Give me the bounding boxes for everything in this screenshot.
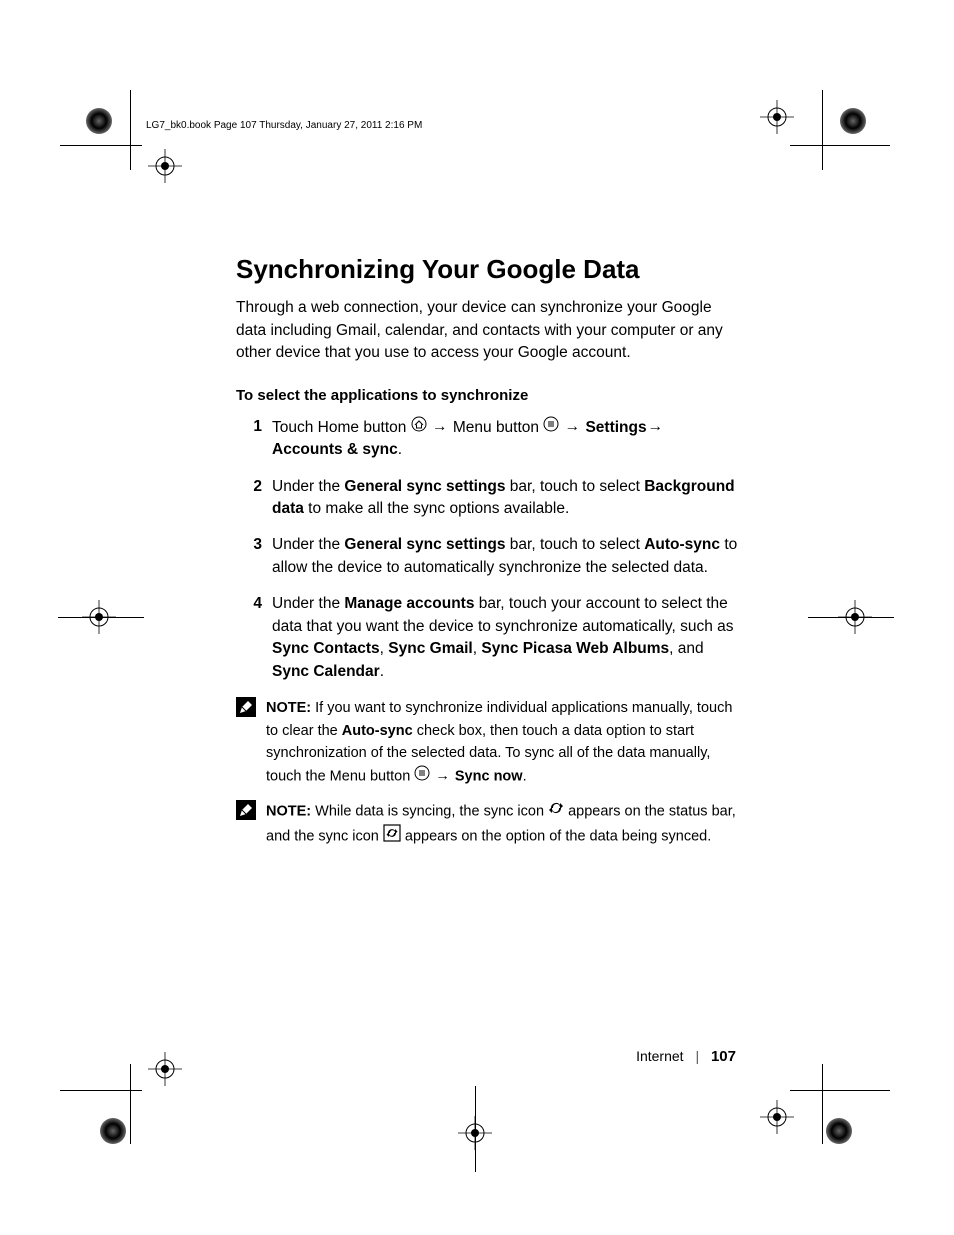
bold-text: Manage accounts	[344, 595, 474, 612]
arrow-icon: →	[564, 416, 582, 438]
crop-line	[790, 1090, 890, 1091]
text: Menu button	[453, 418, 543, 435]
text: bar, touch to select	[505, 536, 644, 553]
crop-line	[130, 1064, 131, 1144]
crop-line	[822, 1064, 823, 1144]
step-number: 4	[236, 593, 272, 683]
registration-mark-icon	[760, 100, 794, 134]
footer-section: Internet	[636, 1048, 683, 1064]
intro-paragraph: Through a web connection, your device ca…	[236, 297, 738, 364]
text: Under the	[272, 595, 344, 612]
note-2: NOTE: While data is syncing, the sync ic…	[236, 800, 738, 849]
arrow-icon: →	[431, 416, 449, 438]
text: Touch Home button	[272, 418, 411, 435]
bold-text: Settings	[585, 418, 646, 435]
text: ,	[380, 640, 389, 657]
content-area: Synchronizing Your Google Data Through a…	[236, 254, 738, 861]
step-body: Under the General sync settings bar, tou…	[272, 534, 738, 579]
bold-text: Sync Picasa Web Albums	[481, 640, 669, 657]
text: .	[380, 663, 384, 680]
crop-line	[822, 90, 823, 170]
bold-text: Auto-sync	[342, 723, 413, 739]
step-1: 1 Touch Home button → Menu button → Sett…	[236, 416, 738, 462]
bold-text: General sync settings	[344, 478, 505, 495]
crop-line	[808, 617, 894, 618]
text: Under the	[272, 536, 344, 553]
registration-disc-icon	[840, 108, 866, 134]
crop-line	[130, 90, 131, 170]
page: LG7_bk0.book Page 107 Thursday, January …	[0, 0, 954, 1235]
text: , and	[669, 640, 703, 657]
note-icon-column	[236, 697, 266, 788]
bold-text: Sync Gmail	[388, 640, 472, 657]
text: bar, touch to select	[505, 478, 644, 495]
section-subheading: To select the applications to synchroniz…	[236, 387, 738, 404]
bold-text: Auto-sync	[644, 536, 720, 553]
registration-disc-icon	[100, 1118, 126, 1144]
page-title: Synchronizing Your Google Data	[236, 254, 738, 285]
steps-list: 1 Touch Home button → Menu button → Sett…	[236, 416, 738, 684]
menu-icon	[543, 416, 559, 439]
step-number: 2	[236, 476, 272, 521]
pencil-note-icon	[236, 800, 256, 820]
crop-line	[58, 617, 144, 618]
step-body: Touch Home button → Menu button → Settin…	[272, 416, 738, 462]
step-number: 1	[236, 416, 272, 462]
text: Under the	[272, 478, 344, 495]
footer-separator: |	[687, 1048, 707, 1064]
step-number: 3	[236, 534, 272, 579]
text: to make all the sync options available.	[304, 500, 569, 517]
step-body: Under the General sync settings bar, tou…	[272, 476, 738, 521]
text: .	[523, 768, 527, 784]
bold-text: Sync Calendar	[272, 663, 380, 680]
note-body: NOTE: While data is syncing, the sync ic…	[266, 800, 738, 849]
arrow-icon: →	[434, 765, 451, 787]
arrow-icon: →	[647, 416, 665, 438]
crop-line	[475, 1086, 476, 1172]
note-1: NOTE: If you want to synchronize individ…	[236, 697, 738, 788]
home-icon	[411, 416, 427, 439]
note-body: NOTE: If you want to synchronize individ…	[266, 697, 738, 788]
note-label: NOTE:	[266, 700, 311, 716]
bold-text: Sync Contacts	[272, 640, 380, 657]
sync-box-icon	[383, 824, 401, 849]
bold-text: General sync settings	[344, 536, 505, 553]
menu-icon	[414, 765, 430, 788]
text: appears on the option of the data being …	[405, 828, 711, 844]
page-number: 107	[711, 1048, 736, 1065]
text: While data is syncing, the sync icon	[311, 804, 548, 820]
registration-disc-icon	[86, 108, 112, 134]
step-4: 4 Under the Manage accounts bar, touch y…	[236, 593, 738, 683]
registration-disc-icon	[826, 1118, 852, 1144]
bold-text: Sync now	[455, 768, 523, 784]
registration-mark-icon	[760, 1100, 794, 1134]
pencil-note-icon	[236, 697, 256, 717]
registration-mark-icon	[148, 1052, 182, 1086]
crop-line	[790, 145, 890, 146]
step-2: 2 Under the General sync settings bar, t…	[236, 476, 738, 521]
note-label: NOTE:	[266, 804, 311, 820]
registration-mark-icon	[148, 149, 182, 183]
sync-icon	[548, 800, 564, 823]
source-header-line: LG7_bk0.book Page 107 Thursday, January …	[146, 120, 422, 131]
step-body: Under the Manage accounts bar, touch you…	[272, 593, 738, 683]
bold-text: Accounts & sync	[272, 441, 398, 458]
note-icon-column	[236, 800, 266, 849]
text: .	[398, 441, 402, 458]
step-3: 3 Under the General sync settings bar, t…	[236, 534, 738, 579]
page-footer: Internet | 107	[636, 1048, 736, 1065]
